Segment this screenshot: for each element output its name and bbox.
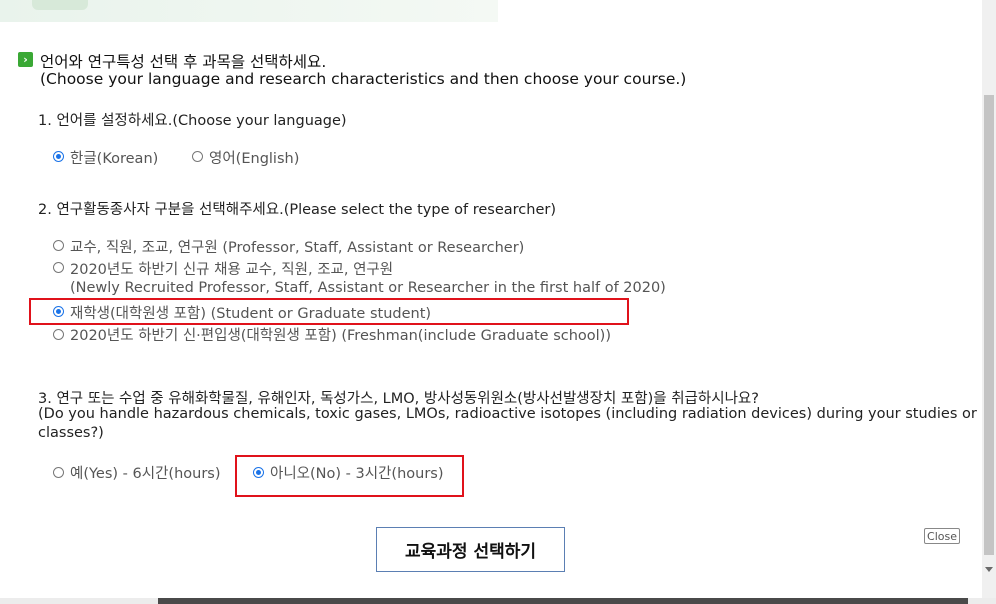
select-course-button[interactable]: 교육과정 선택하기 (376, 527, 565, 572)
hazard-question-english-cont: classes?) (38, 425, 104, 441)
vertical-scrollbar[interactable] (982, 0, 996, 604)
horizontal-scroll-thumb[interactable] (158, 598, 968, 604)
option-freshman-label[interactable]: 2020년도 하반기 신·편입생(대학원생 포함) (Freshman(incl… (70, 324, 611, 345)
close-button[interactable]: Close (924, 528, 960, 544)
banner-decoration (32, 0, 88, 10)
hazard-question-english: (Do you handle hazardous chemicals, toxi… (38, 406, 977, 422)
hazard-question: 3. 연구 또는 수업 중 유해화학물질, 유해인자, 독성가스, LMO, 방… (38, 391, 759, 407)
instruction-english: (Choose your language and research chara… (40, 70, 687, 88)
radio-new-recruit[interactable] (53, 262, 64, 273)
radio-professor-staff[interactable] (53, 240, 64, 251)
option-new-recruit-label[interactable]: 2020년도 하반기 신규 채용 교수, 직원, 조교, 연구원 (70, 258, 393, 279)
option-new-recruit-label-english[interactable]: (Newly Recruited Professor, Staff, Assis… (70, 280, 666, 296)
radio-korean[interactable] (53, 151, 64, 162)
option-korean-label[interactable]: 한글(Korean) (70, 147, 158, 168)
scroll-down-arrow-icon[interactable] (985, 567, 993, 572)
highlight-no-box (235, 455, 464, 497)
top-banner (0, 0, 498, 22)
language-question: 1. 언어를 설정하세요.(Choose your language) (38, 113, 347, 129)
researcher-question: 2. 연구활동종사자 구분을 선택해주세요.(Please select the… (38, 202, 556, 218)
radio-yes[interactable] (53, 467, 64, 478)
option-yes-label[interactable]: 예(Yes) - 6시간(hours) (70, 462, 221, 483)
vertical-scroll-thumb[interactable] (984, 95, 994, 555)
chevron-right-icon: › (18, 52, 33, 67)
option-professor-staff-label[interactable]: 교수, 직원, 조교, 연구원 (Professor, Staff, Assis… (70, 236, 524, 257)
option-english-label[interactable]: 영어(English) (209, 147, 299, 168)
radio-freshman[interactable] (53, 329, 64, 340)
highlight-student-box (29, 298, 629, 325)
instruction-korean: 언어와 연구특성 선택 후 과목을 선택하세요. (40, 53, 327, 71)
radio-english[interactable] (192, 151, 203, 162)
horizontal-scrollbar[interactable] (0, 598, 996, 604)
